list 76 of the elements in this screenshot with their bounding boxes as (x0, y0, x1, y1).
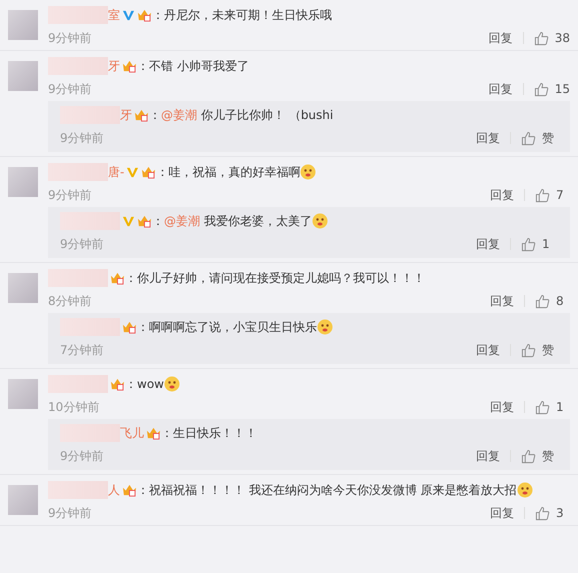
colon: ： (137, 319, 149, 336)
thumbs-up-icon[interactable] (521, 342, 536, 358)
thumbs-up-icon[interactable] (521, 236, 536, 252)
thumbs-up-icon[interactable] (534, 82, 549, 96)
timestamp: 10分钟前 (48, 398, 100, 416)
comment-text: 不错 小帅哥我爱了 (149, 58, 249, 75)
blurred-name (48, 163, 108, 181)
reply-button[interactable]: 回复 (476, 342, 500, 358)
timestamp: 7分钟前 (60, 342, 104, 358)
thumbs-up-icon[interactable] (521, 448, 536, 464)
colon: ： (137, 482, 149, 499)
crown-icon (141, 166, 156, 178)
blurred-name (48, 6, 108, 24)
like-count: 赞 (542, 448, 555, 464)
thumbs-up-icon[interactable] (534, 30, 549, 46)
crown-icon (137, 8, 152, 22)
reply-button[interactable]: 回复 (476, 130, 500, 146)
reply-button[interactable]: 回复 (490, 292, 514, 310)
thumbs-up-icon[interactable] (535, 400, 550, 414)
reply-button[interactable]: 回复 (490, 504, 514, 522)
comment-text: 生日快乐！！！ (173, 425, 257, 442)
thumbs-up-icon[interactable] (535, 506, 550, 520)
timestamp: 9分钟前 (48, 504, 92, 522)
like-count: 赞 (542, 130, 555, 146)
blurred-name (48, 375, 108, 393)
timestamp: 9分钟前 (48, 30, 92, 46)
crown-icon (122, 60, 137, 72)
blurred-name (48, 481, 108, 499)
comment-text: 我爱你老婆，太美了 (204, 213, 312, 230)
colon: ： (125, 270, 137, 287)
timestamp: 9分钟前 (48, 186, 92, 204)
thumbs-up-icon[interactable] (521, 130, 536, 146)
comment-text: 丹尼尔，未来可期！生日快乐哦 (164, 7, 332, 24)
timestamp: 8分钟前 (48, 292, 92, 310)
reply-button[interactable]: 回复 (476, 448, 500, 464)
colon: ： (161, 425, 173, 442)
colon: ： (149, 107, 161, 124)
like-count: 1 (556, 400, 565, 414)
crown-icon (122, 484, 137, 496)
timestamp: 9分钟前 (60, 130, 104, 146)
colon: ： (156, 164, 168, 181)
timestamp: 9分钟前 (48, 80, 92, 98)
timestamp: 9分钟前 (60, 236, 104, 252)
comment-text: 你儿子好帅，请问现在接受预定儿媳吗？我可以！！！ (137, 270, 425, 287)
colon: ： (137, 58, 149, 75)
comment-text: 哇，祝福，真的好幸福啊 (168, 164, 300, 181)
reply-button[interactable]: 回复 (488, 30, 513, 46)
like-count: 3 (556, 506, 565, 520)
thumbs-up-icon[interactable] (535, 188, 550, 202)
comment-text: 你儿子比你帅！ （bushi (201, 107, 334, 124)
timestamp: 9分钟前 (60, 448, 104, 464)
reply-button[interactable]: 回复 (488, 80, 513, 98)
comment-text: 啊啊啊忘了说，小宝贝生日快乐 (149, 319, 317, 336)
crown-icon (110, 272, 125, 284)
reply-button[interactable]: 回复 (476, 236, 500, 252)
like-count: 赞 (542, 342, 555, 358)
reply-button[interactable]: 回复 (490, 398, 514, 416)
thumbs-up-icon[interactable] (535, 294, 550, 308)
blurred-name (48, 269, 108, 287)
colon: ： (125, 376, 137, 393)
crown-icon (122, 320, 137, 334)
comment-text: wow (137, 376, 164, 393)
crown-icon (110, 378, 125, 390)
like-count: 7 (556, 188, 565, 202)
comment-text: 祝福祝福！！！！ 我还在纳闷为啥今天你没发微博 原来是憋着放大招 (149, 482, 517, 499)
crown-icon (137, 214, 152, 228)
blurred-name (48, 57, 108, 75)
colon: ： (152, 213, 164, 230)
crown-icon (146, 426, 161, 440)
crown-icon (134, 108, 149, 122)
like-count: 1 (542, 237, 551, 251)
reply-button[interactable]: 回复 (490, 186, 514, 204)
colon: ： (152, 7, 164, 24)
like-count: 15 (554, 82, 570, 96)
like-count: 38 (554, 31, 570, 45)
like-count: 8 (556, 294, 565, 308)
